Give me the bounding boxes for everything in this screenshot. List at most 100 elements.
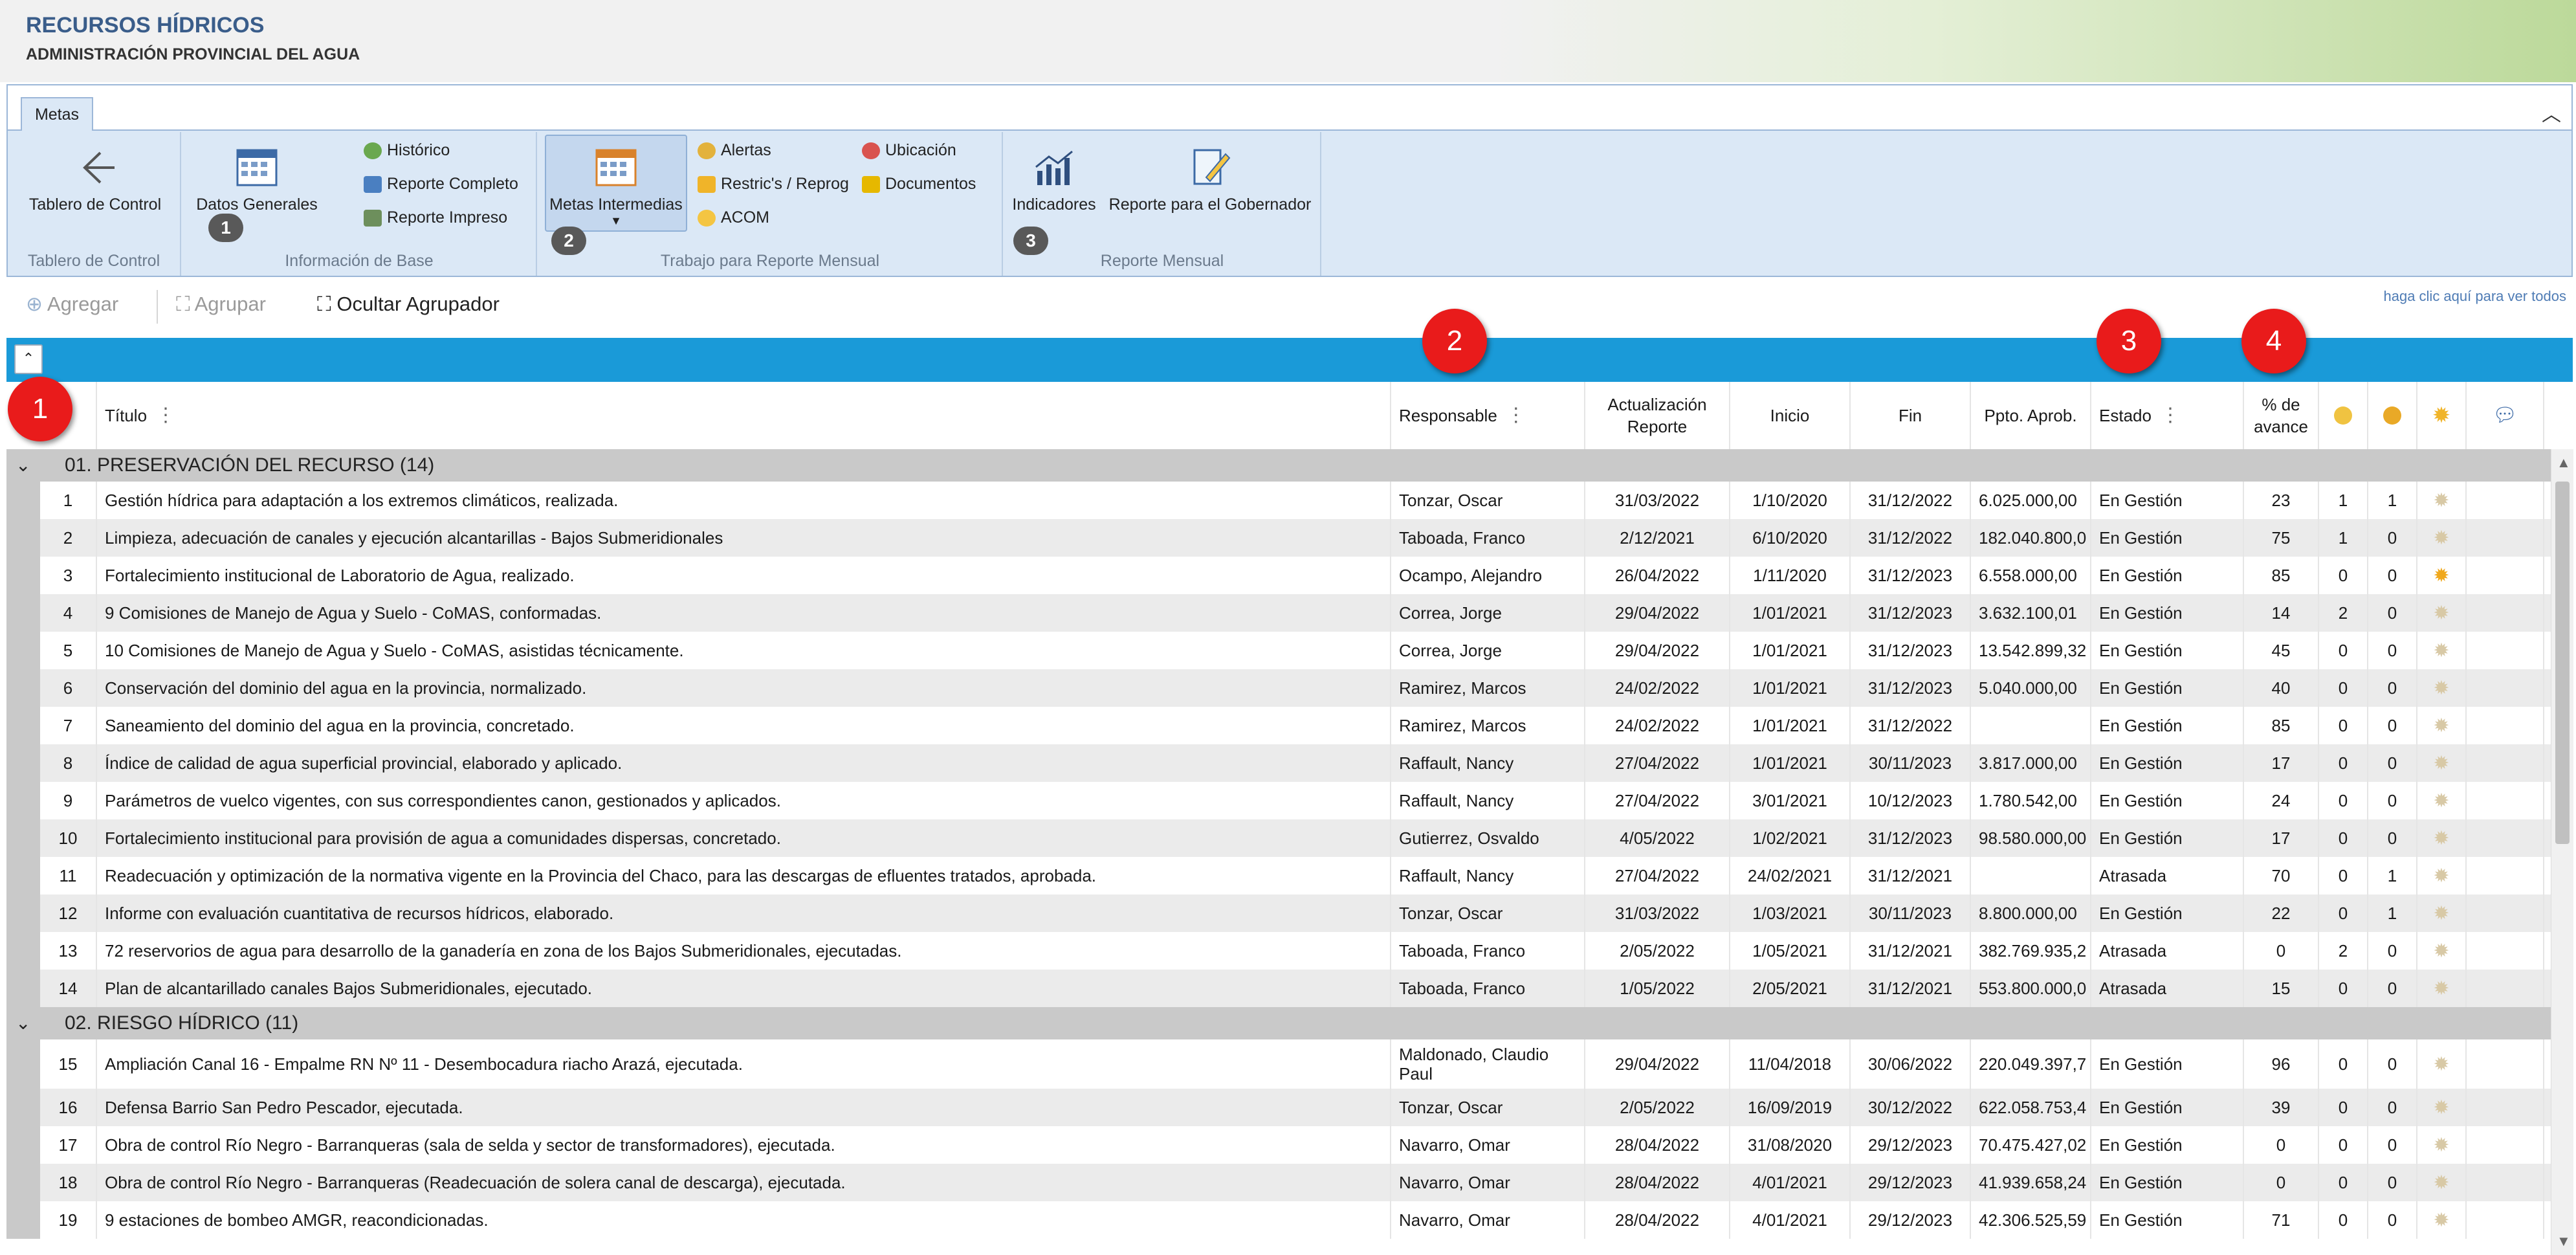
column-menu-icon[interactable]: ⋮ — [2161, 405, 2180, 427]
header-ppto[interactable]: Ppto. Aprob. — [1971, 382, 2091, 449]
indicadores-button[interactable]: Indicadores — [1006, 145, 1103, 214]
cell-star[interactable]: ✹ — [2417, 857, 2467, 894]
cell-star[interactable]: ✹ — [2417, 744, 2467, 782]
cell-comment[interactable] — [2467, 557, 2544, 594]
cell-star[interactable]: ✹ — [2417, 932, 2467, 970]
header-inicio[interactable]: Inicio — [1730, 382, 1851, 449]
cell-comment[interactable] — [2467, 1039, 2544, 1089]
table-row[interactable]: 11 Readecuación y optimización de la norm… — [6, 857, 2551, 894]
add-button[interactable]: ⊕ Agregar — [26, 293, 118, 316]
cell-comment[interactable] — [2467, 482, 2544, 519]
hide-group-button[interactable]: ⛶ Ocultar Agrupador — [317, 293, 500, 317]
table-row[interactable]: 1 Gestión hídrica para adaptación a los e… — [6, 482, 2551, 519]
restrics-button[interactable]: Restric's / Reprog — [698, 175, 849, 194]
cell-comment[interactable] — [2467, 594, 2544, 632]
reporte-completo-button[interactable]: Reporte Completo — [364, 175, 518, 194]
header-avance[interactable]: % de avance — [2244, 382, 2319, 449]
header-star-icon[interactable]: ✹ — [2417, 382, 2467, 449]
table-row[interactable]: 10 Fortalecimiento institucional para pro… — [6, 819, 2551, 857]
table-row[interactable]: 14 Plan de alcantarillado canales Bajos S… — [6, 970, 2551, 1007]
table-row[interactable]: 8 Índice de calidad de agua superficial p… — [6, 744, 2551, 782]
group-button[interactable]: ⛶ Agrupar — [176, 293, 266, 317]
cell-star[interactable]: ✹ — [2417, 632, 2467, 669]
tablero-button[interactable]: Tablero de Control — [14, 145, 176, 214]
collapse-panel-button[interactable]: ⌃ — [14, 344, 43, 374]
cell-star[interactable]: ✹ — [2417, 669, 2467, 707]
cell-star[interactable]: ✹ — [2417, 519, 2467, 557]
cell-comment[interactable] — [2467, 1126, 2544, 1164]
chevron-down-icon[interactable]: ⌄ — [16, 1012, 30, 1034]
table-row[interactable]: 13 72 reservorios de agua para desarrollo… — [6, 932, 2551, 970]
table-row[interactable]: 9 Parámetros de vuelco vigentes, con sus … — [6, 782, 2551, 819]
chevron-down-icon[interactable]: ⌄ — [16, 454, 30, 476]
cell-comment[interactable] — [2467, 1089, 2544, 1126]
table-row[interactable]: 7 Saneamiento del dominio del agua en la … — [6, 707, 2551, 744]
table-row[interactable]: 5 10 Comisiones de Manejo de Agua y Suelo… — [6, 632, 2551, 669]
cell-comment[interactable] — [2467, 1201, 2544, 1239]
cell-comment[interactable] — [2467, 519, 2544, 557]
table-row[interactable]: 3 Fortalecimiento institucional de Labora… — [6, 557, 2551, 594]
metas-intermedias-button[interactable]: Metas Intermedias ▼ — [545, 145, 687, 228]
scroll-thumb[interactable] — [2555, 482, 2570, 844]
table-row[interactable]: 16 Defensa Barrio San Pedro Pescador, eje… — [6, 1089, 2551, 1126]
group-row[interactable]: ⌄ 02. RIESGO HÍDRICO (11) — [6, 1007, 2551, 1039]
cell-comment[interactable] — [2467, 819, 2544, 857]
cell-star[interactable]: ✹ — [2417, 970, 2467, 1007]
cell-comment[interactable] — [2467, 782, 2544, 819]
cell-comment[interactable] — [2467, 970, 2544, 1007]
table-row[interactable]: 15 Ampliación Canal 16 - Empalme RN Nº 11… — [6, 1039, 2551, 1089]
cell-star[interactable]: ✹ — [2417, 594, 2467, 632]
cell-star[interactable]: ✹ — [2417, 894, 2467, 932]
header-restric-icon[interactable] — [2368, 382, 2417, 449]
cell-comment[interactable] — [2467, 932, 2544, 970]
cell-comment[interactable] — [2467, 632, 2544, 669]
reporte-gobernador-button[interactable]: Reporte para el Gobernador — [1106, 145, 1314, 214]
header-comment-icon[interactable]: 💬︎ — [2467, 382, 2544, 449]
historico-button[interactable]: Histórico — [364, 141, 450, 160]
table-row[interactable]: 2 Limpieza, adecuación de canales y ejecu… — [6, 519, 2551, 557]
header-fin[interactable]: Fin — [1851, 382, 1971, 449]
collapse-ribbon-icon[interactable]: ︿ — [2542, 98, 2561, 127]
datos-generales-button[interactable]: Datos Generales — [195, 145, 318, 214]
cell-star[interactable]: ✹ — [2417, 1039, 2467, 1089]
cell-star[interactable]: ✹ — [2417, 1201, 2467, 1239]
cell-comment[interactable] — [2467, 669, 2544, 707]
header-estado[interactable]: Estado ⋮ — [2091, 382, 2244, 449]
show-all-link[interactable]: haga clic aquí para ver todos — [2383, 288, 2566, 305]
header-actualizacion[interactable]: Actualización Reporte — [1585, 382, 1730, 449]
table-row[interactable]: 17 Obra de control Río Negro - Barranquer… — [6, 1126, 2551, 1164]
cell-star[interactable]: ✹ — [2417, 1089, 2467, 1126]
scroll-down-icon[interactable]: ▼ — [2557, 1233, 2571, 1250]
acom-button[interactable]: ACOM — [698, 208, 769, 227]
header-alert-icon[interactable] — [2319, 382, 2368, 449]
group-row[interactable]: ⌄ 01. PRESERVACIÓN DEL RECURSO (14) — [6, 449, 2551, 482]
cell-star[interactable]: ✹ — [2417, 557, 2467, 594]
header-title[interactable]: Título ⋮ — [97, 382, 1391, 449]
cell-star[interactable]: ✹ — [2417, 782, 2467, 819]
cell-comment[interactable] — [2467, 857, 2544, 894]
table-row[interactable]: 6 Conservación del dominio del agua en la… — [6, 669, 2551, 707]
header-responsable[interactable]: Responsable ⋮ — [1391, 382, 1585, 449]
cell-comment[interactable] — [2467, 1164, 2544, 1201]
tab-metas[interactable]: Metas — [21, 97, 93, 131]
table-row[interactable]: 18 Obra de control Río Negro - Barranquer… — [6, 1164, 2551, 1201]
cell-comment[interactable] — [2467, 744, 2544, 782]
reporte-impreso-button[interactable]: Reporte Impreso — [364, 208, 507, 227]
cell-comment[interactable] — [2467, 707, 2544, 744]
cell-star[interactable]: ✹ — [2417, 819, 2467, 857]
column-menu-icon[interactable]: ⋮ — [156, 405, 175, 427]
vertical-scrollbar[interactable]: ▲ ▼ — [2551, 449, 2573, 1255]
alertas-button[interactable]: Alertas — [698, 141, 771, 160]
table-row[interactable]: 12 Informe con evaluación cuantitativa de… — [6, 894, 2551, 932]
table-row[interactable]: 19 9 estaciones de bombeo AMGR, reacondic… — [6, 1201, 2551, 1239]
cell-comment[interactable] — [2467, 894, 2544, 932]
ubicacion-button[interactable]: Ubicación — [862, 141, 956, 160]
cell-star[interactable]: ✹ — [2417, 482, 2467, 519]
table-row[interactable]: 49 Comisiones de Manejo de Agua y Suelo … — [6, 594, 2551, 632]
scroll-up-icon[interactable]: ▲ — [2557, 454, 2571, 471]
documentos-button[interactable]: Documentos — [862, 175, 976, 194]
cell-star[interactable]: ✹ — [2417, 1126, 2467, 1164]
cell-star[interactable]: ✹ — [2417, 1164, 2467, 1201]
column-menu-icon[interactable]: ⋮ — [1506, 405, 1526, 427]
cell-star[interactable]: ✹ — [2417, 707, 2467, 744]
